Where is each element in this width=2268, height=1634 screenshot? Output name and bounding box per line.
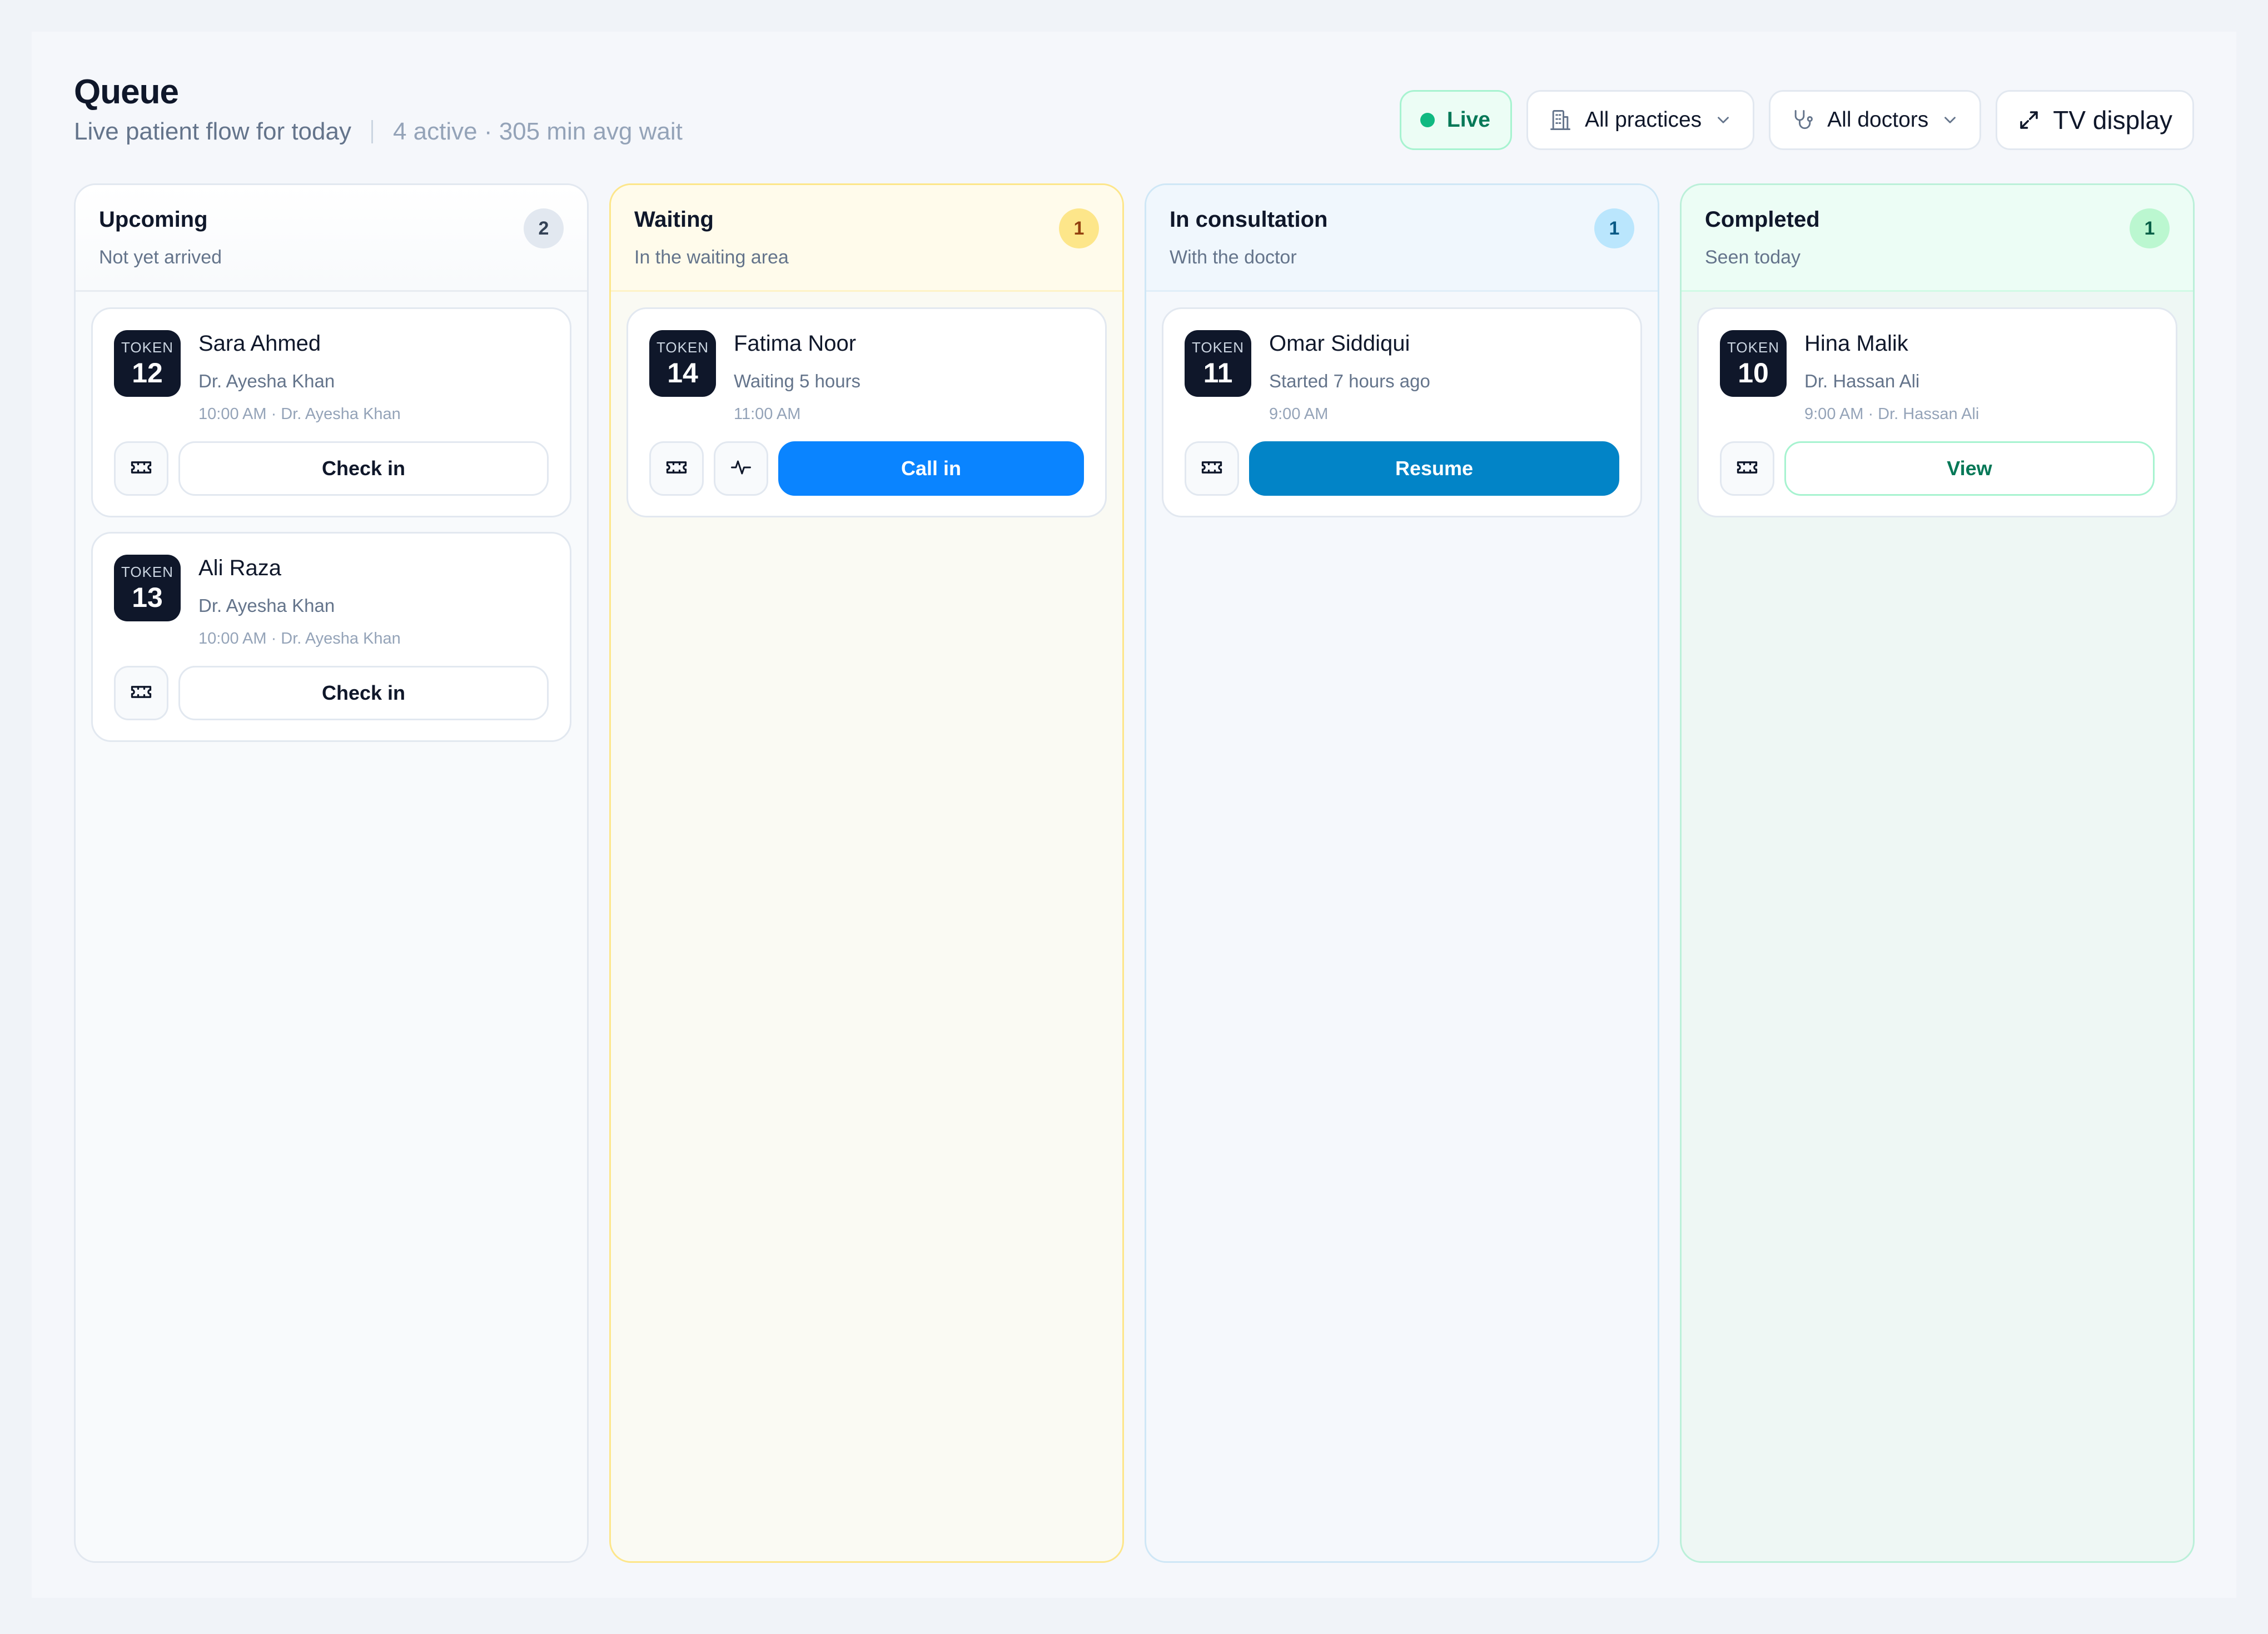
token-number: 10 (1738, 357, 1769, 388)
check-in-button[interactable]: Check in (178, 666, 549, 720)
call-in-button[interactable]: Call in (778, 441, 1084, 496)
ticket-icon (1735, 455, 1759, 482)
column-header: In consultation With the doctor 1 (1146, 185, 1658, 292)
appointment-time: 9:00 AM (1269, 405, 1329, 423)
column-completed: Completed Seen today 1 TOKEN 10 Hina Mal… (1680, 183, 2195, 1563)
check-in-button[interactable]: Check in (178, 441, 549, 496)
chevron-down-icon (1941, 111, 1959, 129)
patient-name: Sara Ahmed (198, 331, 321, 356)
appointment-time: 11:00 AM (734, 405, 801, 423)
column-upcoming: Upcoming Not yet arrived 2 TOKEN 12 Sara… (74, 183, 589, 1563)
doctor-filter[interactable]: All doctors (1769, 90, 1982, 150)
live-toggle[interactable]: Live (1399, 90, 1512, 150)
patient-name: Hina Malik (1804, 331, 1908, 356)
column-subtitle: Not yet arrived (99, 247, 222, 268)
tv-display-button[interactable]: TV display (1996, 90, 2194, 150)
token-number: 11 (1203, 357, 1233, 388)
column-subtitle: Seen today (1705, 247, 1801, 268)
live-label: Live (1446, 108, 1490, 132)
token-label: TOKEN (121, 339, 174, 356)
patient-card[interactable]: TOKEN 12 Sara Ahmed Dr. Ayesha Khan 10:0… (91, 307, 571, 517)
token-label: TOKEN (656, 339, 709, 356)
column-subtitle: In the waiting area (634, 247, 789, 268)
subtitle-divider (371, 120, 373, 143)
chevron-down-icon (1714, 111, 1733, 129)
token-number: 14 (667, 357, 698, 388)
column-count-badge: 2 (524, 208, 564, 248)
vitals-button[interactable] (714, 441, 768, 496)
patient-card[interactable]: TOKEN 14 Fatima Noor Waiting 5 hours 11:… (626, 307, 1107, 517)
column-title: Waiting (634, 207, 714, 232)
practice-filter[interactable]: All practices (1526, 90, 1755, 150)
appointment-time: 9:00 AM · Dr. Hassan Ali (1804, 405, 1979, 423)
token-number: 13 (132, 582, 163, 613)
stethoscope-icon (1790, 108, 1815, 132)
column-count-badge: 1 (2130, 208, 2170, 248)
expand-icon (2017, 108, 2041, 132)
ticket-button[interactable] (1720, 441, 1774, 496)
token-badge: TOKEN 14 (649, 330, 716, 397)
page-title: Queue (74, 73, 179, 111)
ticket-icon (129, 455, 153, 482)
column-waiting: Waiting In the waiting area 1 TOKEN 14 F… (609, 183, 1124, 1563)
patient-name: Fatima Noor (734, 331, 857, 356)
column-in-consultation: In consultation With the doctor 1 TOKEN … (1145, 183, 1659, 1563)
patient-card[interactable]: TOKEN 10 Hina Malik Dr. Hassan Ali 9:00 … (1697, 307, 2177, 517)
column-header: Waiting In the waiting area 1 (611, 185, 1122, 292)
waiting-duration: Waiting 5 hours (734, 371, 861, 391)
token-badge: TOKEN 11 (1185, 330, 1251, 397)
patient-doctor: Dr. Ayesha Khan (198, 371, 335, 391)
column-title: Completed (1705, 207, 1820, 232)
appointment-time: 10:00 AM · Dr. Ayesha Khan (198, 630, 401, 647)
patient-card[interactable]: TOKEN 13 Ali Raza Dr. Ayesha Khan 10:00 … (91, 532, 571, 742)
column-title: In consultation (1170, 207, 1328, 232)
column-subtitle: With the doctor (1170, 247, 1297, 268)
column-count-badge: 1 (1594, 208, 1634, 248)
token-label: TOKEN (1727, 339, 1780, 356)
column-header: Upcoming Not yet arrived 2 (76, 185, 587, 292)
appointment-time: 10:00 AM · Dr. Ayesha Khan (198, 405, 401, 423)
view-button[interactable]: View (1784, 441, 2155, 496)
token-label: TOKEN (121, 564, 174, 580)
practice-filter-label: All practices (1584, 108, 1702, 132)
token-badge: TOKEN 13 (114, 555, 181, 621)
patient-doctor: Dr. Hassan Ali (1804, 371, 1920, 391)
consultation-started: Started 7 hours ago (1269, 371, 1430, 391)
column-title: Upcoming (99, 207, 208, 232)
patient-card[interactable]: TOKEN 11 Omar Siddiqui Started 7 hours a… (1162, 307, 1642, 517)
column-count-badge: 1 (1059, 208, 1099, 248)
tv-display-label: TV display (2053, 106, 2172, 134)
ticket-button[interactable] (1185, 441, 1239, 496)
patient-name: Ali Raza (198, 556, 281, 580)
doctor-filter-label: All doctors (1827, 108, 1929, 132)
queue-stats: 4 active · 305 min avg wait (392, 118, 683, 145)
status-dot-icon (1420, 113, 1435, 127)
patient-name: Omar Siddiqui (1269, 331, 1410, 356)
building-icon (1548, 108, 1573, 132)
subtitle-row: Live patient flow for today 4 active · 3… (74, 118, 683, 146)
ticket-button[interactable] (114, 441, 168, 496)
ticket-icon (664, 455, 689, 482)
page-subtitle: Live patient flow for today (74, 118, 351, 145)
token-label: TOKEN (1191, 339, 1245, 356)
resume-button[interactable]: Resume (1249, 441, 1619, 496)
token-badge: TOKEN 10 (1720, 330, 1787, 397)
header-controls: Live All practices All doctors TV displa… (1399, 90, 2194, 150)
ticket-button[interactable] (649, 441, 704, 496)
token-badge: TOKEN 12 (114, 330, 181, 397)
ticket-button[interactable] (114, 666, 168, 720)
token-number: 12 (132, 357, 163, 388)
patient-doctor: Dr. Ayesha Khan (198, 595, 335, 616)
ticket-icon (1200, 455, 1224, 482)
ticket-icon (129, 680, 153, 707)
activity-icon (729, 455, 753, 482)
column-header: Completed Seen today 1 (1682, 185, 2193, 292)
